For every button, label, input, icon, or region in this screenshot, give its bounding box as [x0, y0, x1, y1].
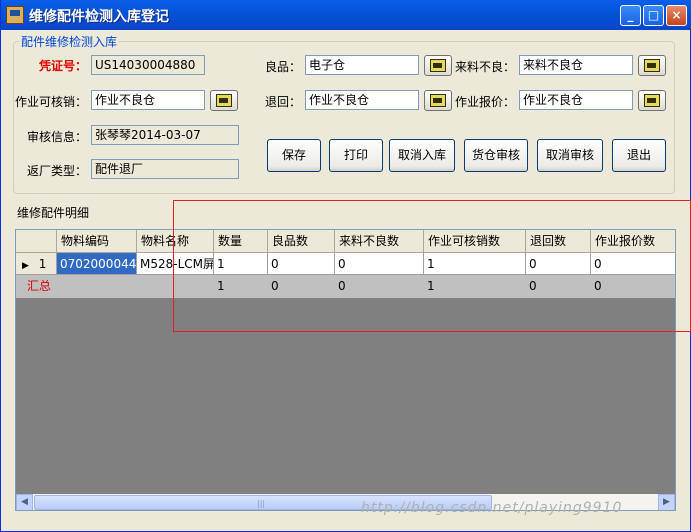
current-row-marker-icon: ▶ [22, 261, 29, 271]
column-header[interactable]: 数量 [214, 230, 268, 253]
watermark: http://blog.csdn.net/playing9910 [361, 500, 623, 516]
column-header[interactable]: 良品数 [268, 230, 335, 253]
summary-cell: 0 [338, 279, 346, 293]
audit-field[interactable]: 张琴琴2014-03-07 [91, 125, 239, 145]
main-window: 维修配件检测入库登记 _ □ × 配件维修检测入库 凭证号： US1403000… [0, 0, 691, 532]
corner-header-cell [16, 230, 57, 253]
summary-row: 汇总 1 0 0 1 0 0 [16, 275, 675, 298]
material-name-cell[interactable]: M528-LCM屏-A [137, 253, 214, 275]
scrap-report-label: 作业报价： [455, 95, 516, 109]
writeoff-picker-button[interactable] [210, 90, 238, 111]
incoming-bad-label: 来料不良： [455, 60, 516, 74]
app-icon [6, 6, 24, 24]
pick-icon [644, 94, 660, 107]
scroll-right-button[interactable]: ▶ [658, 494, 675, 510]
table-row[interactable]: ▶ 1 070200004400 M528-LCM屏-A 1 0 0 1 0 0 [16, 253, 675, 275]
scrap-report-count-cell[interactable]: 0 [591, 253, 675, 275]
incoming-bad-count-cell[interactable]: 0 [335, 253, 424, 275]
column-header[interactable]: 物料名称 [137, 230, 214, 253]
material-code-cell[interactable]: 070200004400 [57, 253, 137, 275]
pick-icon [430, 59, 446, 72]
minimize-button[interactable]: _ [620, 5, 641, 26]
column-header[interactable]: 作业可核销数 [424, 230, 526, 253]
warehouse-audit-button[interactable]: 货仓审核 [464, 139, 528, 172]
column-header[interactable]: 退回数 [526, 230, 591, 253]
scrap-report-field[interactable]: 作业不良仓 [519, 90, 633, 110]
group-title: 配件维修检测入库 [19, 33, 120, 50]
audit-label: 审核信息： [27, 130, 88, 144]
exit-button[interactable]: 退出 [612, 139, 666, 172]
good-warehouse-field[interactable]: 电子仓 [305, 55, 419, 75]
good-label: 良品： [265, 60, 302, 74]
incoming-bad-picker-button[interactable] [638, 55, 666, 76]
pick-icon [430, 94, 446, 107]
voucher-field[interactable]: US14030004880 [91, 55, 205, 75]
save-button[interactable]: 保存 [267, 139, 321, 172]
summary-cell: 1 [427, 279, 435, 293]
cancel-stock-button[interactable]: 取消入库 [389, 139, 455, 172]
good-count-cell[interactable]: 0 [268, 253, 335, 275]
writeoff-label: 作业可核销： [15, 95, 88, 109]
return-type-label: 返厂类型： [27, 164, 88, 178]
quantity-cell[interactable]: 1 [214, 253, 268, 275]
row-number: 1 [38, 257, 47, 271]
returned-field[interactable]: 作业不良仓 [305, 90, 419, 110]
column-header[interactable]: 物料编码 [57, 230, 137, 253]
summary-cell: 1 [217, 279, 225, 293]
column-header[interactable]: 作业报价数 [591, 230, 675, 253]
return-type-field[interactable]: 配件退厂 [91, 159, 239, 179]
pick-icon [216, 94, 232, 107]
maximize-button[interactable]: □ [643, 5, 664, 26]
summary-cell: 0 [594, 279, 602, 293]
returned-picker-button[interactable] [424, 90, 452, 111]
window-title: 维修配件检测入库登记 [29, 9, 169, 25]
scroll-grip-icon: ||| [257, 499, 266, 508]
title-bar[interactable]: 维修配件检测入库登记 _ □ × [1, 0, 691, 30]
returned-label: 退回： [265, 95, 302, 109]
writeoff-count-cell[interactable]: 1 [424, 253, 526, 275]
cancel-audit-button[interactable]: 取消审核 [537, 139, 603, 172]
pick-icon [644, 59, 660, 72]
summary-label: 汇总 [27, 279, 52, 293]
summary-cell: 0 [529, 279, 537, 293]
row-header-cell[interactable]: ▶ 1 [16, 253, 57, 275]
grid-header: 物料编码 物料名称 数量 良品数 来料不良数 作业可核销数 退回数 作业报价数 [16, 230, 675, 253]
returned-count-cell[interactable]: 0 [526, 253, 591, 275]
voucher-label: 凭证号： [39, 59, 88, 73]
detail-section-title: 维修配件明细 [17, 206, 90, 220]
close-button[interactable]: × [666, 5, 687, 26]
incoming-bad-field[interactable]: 来料不良仓 [519, 55, 633, 75]
detail-grid[interactable]: 物料编码 物料名称 数量 良品数 来料不良数 作业可核销数 退回数 作业报价数 … [15, 229, 676, 511]
summary-cell: 0 [271, 279, 279, 293]
good-picker-button[interactable] [424, 55, 452, 76]
writeoff-field[interactable]: 作业不良仓 [91, 90, 205, 110]
print-button[interactable]: 打印 [329, 139, 383, 172]
column-header[interactable]: 来料不良数 [335, 230, 424, 253]
scrap-report-picker-button[interactable] [638, 90, 666, 111]
scroll-left-button[interactable]: ◀ [16, 494, 33, 510]
